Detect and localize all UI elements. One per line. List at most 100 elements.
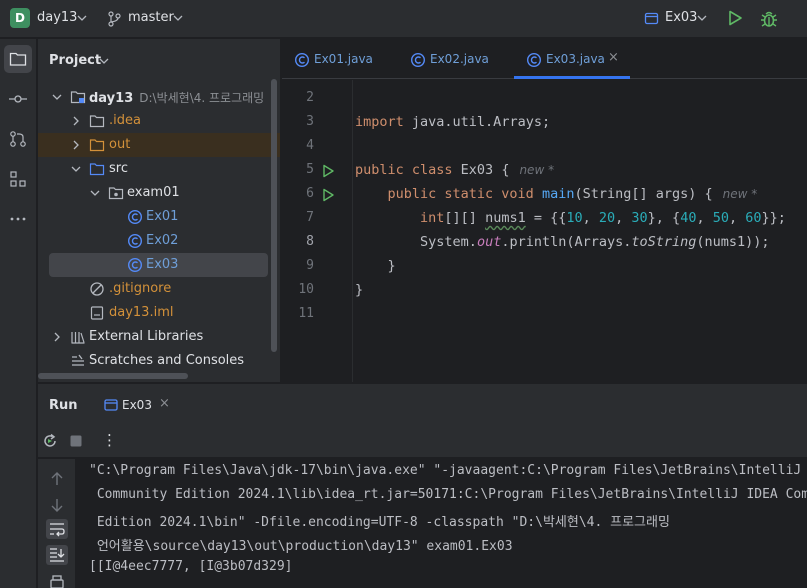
project-panel-title[interactable]: Project: [49, 53, 101, 68]
tab-label: Ex02.java: [430, 52, 489, 66]
tree-item-label: External Libraries: [89, 329, 204, 344]
soft-wrap-icon[interactable]: [46, 519, 68, 539]
scratches-icon: [72, 354, 84, 366]
arrow-down-icon[interactable]: [46, 495, 68, 515]
libraries-icon: [71, 332, 85, 344]
print-icon[interactable]: [46, 572, 68, 588]
tree-item-label: src: [109, 161, 128, 176]
rerun-icon[interactable]: [42, 433, 58, 449]
code-line-5: public class Ex03 {new *: [355, 162, 555, 178]
tree-item-exam01[interactable]: exam01: [38, 181, 280, 205]
tree-item-src[interactable]: src: [38, 157, 280, 181]
tree-item-ex03[interactable]: Ex03: [38, 253, 280, 277]
tree-item-ex02[interactable]: Ex02: [38, 229, 280, 253]
console-side-toolbar: [38, 459, 75, 588]
chevron-down-icon[interactable]: [52, 92, 62, 102]
tree-item-label: exam01: [127, 185, 180, 200]
chevron-down-icon[interactable]: [99, 56, 109, 66]
tree-item-ex01[interactable]: Ex01: [38, 205, 280, 229]
console-output[interactable]: "C:\Program Files\Java\jdk-17\bin\java.e…: [76, 459, 807, 588]
code-line-9: }: [355, 258, 396, 274]
chevron-down-icon[interactable]: [173, 13, 183, 23]
debug-button[interactable]: [759, 9, 779, 29]
folder-icon: [89, 115, 105, 128]
tree-item-label: .gitignore: [109, 281, 172, 296]
tree-item-label: day13: [89, 91, 134, 106]
chevron-down-icon[interactable]: [77, 13, 87, 23]
run-button[interactable]: [726, 9, 744, 27]
tree-item-label: Ex02: [146, 233, 179, 248]
tree-item-label: Scratches and Consoles: [89, 353, 245, 368]
project-badge[interactable]: D: [10, 8, 30, 28]
chevron-right-icon[interactable]: [52, 332, 62, 342]
line-number: 10: [298, 282, 314, 297]
code-vision-hint[interactable]: new *: [723, 187, 758, 201]
more-tools-button[interactable]: [4, 205, 32, 233]
more-options-icon[interactable]: ⋮: [102, 431, 117, 449]
branch-icon[interactable]: [107, 11, 121, 27]
java-class-icon: [127, 209, 143, 225]
tree-item-day13[interactable]: day13 D:\박세현\4. 프로그래밍: [38, 85, 280, 109]
stop-icon[interactable]: [70, 435, 82, 447]
console-line: Community Edition 2024.1\lib\idea_rt.jar…: [89, 487, 807, 502]
tree-item-scratches[interactable]: Scratches and Consoles: [38, 349, 280, 373]
branch-name[interactable]: master: [128, 10, 174, 25]
line-number: 5: [306, 162, 314, 177]
chevron-right-icon[interactable]: [71, 116, 81, 126]
project-name[interactable]: day13: [37, 10, 77, 25]
editor-gutter: 2 3 4 5 6 7 8 9 10 11: [282, 80, 352, 382]
java-class-icon: [127, 233, 143, 249]
chevron-down-icon[interactable]: [697, 13, 707, 23]
chevron-down-icon[interactable]: [90, 188, 100, 198]
structure-tool-button[interactable]: [4, 165, 32, 193]
close-run-tab-icon[interactable]: ×: [159, 396, 170, 411]
tab-ex03[interactable]: Ex03.java ×: [514, 39, 630, 79]
line-number: 11: [298, 306, 314, 321]
vcs-tool-button[interactable]: [4, 125, 32, 153]
close-tab-icon[interactable]: ×: [608, 50, 619, 65]
code-line-7: int[][] nums1 = {{10, 20, 30}, {40, 50, …: [420, 210, 786, 226]
run-config-icon[interactable]: [644, 11, 659, 26]
tree-item-out[interactable]: out: [38, 133, 280, 157]
tree-item-idea[interactable]: .idea: [38, 109, 280, 133]
java-class-icon: [127, 257, 143, 273]
source-folder-icon: [89, 163, 105, 176]
line-number: 6: [306, 186, 314, 201]
run-panel-title: Run: [49, 398, 78, 413]
tab-ex01[interactable]: Ex01.java: [282, 39, 398, 79]
vertical-scrollbar[interactable]: [271, 79, 277, 352]
run-config-name[interactable]: Ex03: [665, 10, 697, 25]
run-gutter-icon[interactable]: [321, 164, 335, 178]
scroll-to-end-icon[interactable]: [46, 545, 68, 565]
line-number: 4: [306, 138, 314, 153]
code-editor[interactable]: import java.util.Arrays; public class Ex…: [353, 80, 807, 382]
project-tool-button[interactable]: [4, 45, 32, 73]
editor-tab-bar: Ex01.java Ex02.java Ex03.java ×: [282, 39, 807, 79]
tab-ex02[interactable]: Ex02.java: [398, 39, 514, 79]
excluded-folder-icon: [89, 139, 105, 152]
run-tab-ex03[interactable]: Ex03: [122, 398, 152, 412]
arrow-up-icon[interactable]: [46, 469, 68, 489]
code-line-8: System.out.println(Arrays.toString(nums1…: [420, 234, 770, 250]
code-vision-hint[interactable]: new *: [519, 163, 554, 177]
java-class-icon: [410, 52, 426, 68]
tree-item-gitignore[interactable]: .gitignore: [38, 277, 280, 301]
code-line-3: import java.util.Arrays;: [355, 114, 551, 130]
console-line: 언어활용\source\day13\out\production\day13" …: [89, 539, 513, 554]
console-line: Edition 2024.1\bin" -Dfile.encoding=UTF-…: [89, 515, 670, 530]
tree-item-external-libraries[interactable]: External Libraries: [38, 325, 280, 349]
run-config-icon: [104, 399, 118, 411]
ignore-file-icon: [90, 282, 104, 296]
tree-item-iml[interactable]: day13.iml: [38, 301, 280, 325]
tree-item-label: out: [109, 137, 131, 152]
line-number: 3: [306, 114, 314, 129]
console-line: [[I@4eec7777, [I@3b07d329]: [89, 559, 293, 574]
horizontal-scrollbar[interactable]: [38, 373, 188, 379]
chevron-right-icon[interactable]: [71, 140, 81, 150]
commit-tool-button[interactable]: [4, 85, 32, 113]
tree-item-label: Ex01: [146, 209, 179, 224]
run-gutter-icon[interactable]: [321, 188, 335, 202]
iml-file-icon: [90, 306, 104, 320]
code-line-6: public static void main(String[] args) {…: [387, 186, 758, 202]
chevron-down-icon[interactable]: [71, 164, 81, 174]
